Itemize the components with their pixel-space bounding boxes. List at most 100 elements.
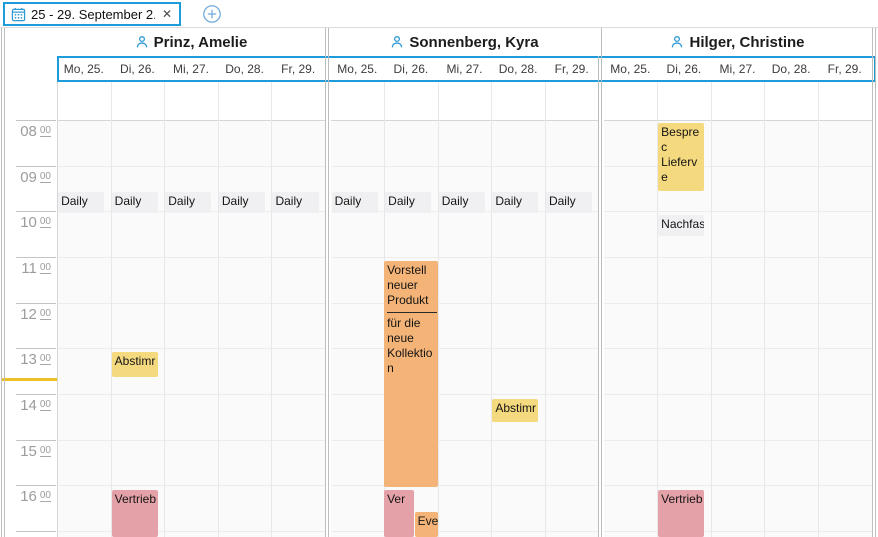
day-header[interactable]: Di, 26. xyxy=(111,58,165,80)
event[interactable]: Daily xyxy=(332,192,378,213)
day-header[interactable]: Fr, 29. xyxy=(818,58,872,80)
day-column[interactable] xyxy=(164,82,218,537)
tab-title: 25 - 29. September 2... xyxy=(31,7,155,22)
event[interactable]: Ver xyxy=(384,490,413,537)
minute-text: 00 xyxy=(40,171,51,183)
day-column[interactable] xyxy=(331,82,385,537)
minute-text: 00 xyxy=(40,399,51,411)
hour-gridline xyxy=(16,531,56,532)
hour-gridline xyxy=(16,257,56,258)
event[interactable]: Daily xyxy=(112,192,158,213)
event[interactable]: Nachfas xyxy=(658,215,704,236)
person-icon xyxy=(390,35,404,49)
person-name-header[interactable]: Prinz, Amelie xyxy=(57,28,325,56)
day-column[interactable] xyxy=(711,82,765,537)
event[interactable]: Vorstell neuer Produktfür die neue Kolle… xyxy=(384,261,438,487)
day-header[interactable]: Mo, 25. xyxy=(604,58,658,80)
day-header[interactable]: Do, 28. xyxy=(218,58,272,80)
minute-text: 00 xyxy=(40,490,51,502)
day-header[interactable]: Mo, 25. xyxy=(331,58,385,80)
hour-text: 09 xyxy=(20,169,37,186)
day-column[interactable] xyxy=(604,82,658,537)
hour-label: 0800 xyxy=(20,123,51,141)
minute-text: 00 xyxy=(40,216,51,228)
hour-text: 12 xyxy=(20,306,37,323)
event[interactable]: Abstimr xyxy=(112,352,158,377)
group-separator-line xyxy=(328,28,329,537)
hour-label: 1100 xyxy=(21,260,51,278)
hour-text: 14 xyxy=(20,397,37,414)
add-tab-button[interactable] xyxy=(202,4,222,24)
hour-gridline xyxy=(16,394,56,395)
day-header[interactable]: Fr, 29. xyxy=(545,58,599,80)
day-column[interactable] xyxy=(218,82,272,537)
day-header[interactable]: Di, 26. xyxy=(657,58,711,80)
current-time-indicator xyxy=(2,378,57,381)
day-header[interactable]: Do, 28. xyxy=(764,58,818,80)
calendar-icon xyxy=(11,7,26,22)
group-pane: Besprec Lieferve Nachfas Vertrieb xyxy=(604,82,872,537)
day-column[interactable] xyxy=(111,82,165,537)
event[interactable]: Daily xyxy=(219,192,265,213)
day-column[interactable] xyxy=(57,82,111,537)
event[interactable]: Vertrieb xyxy=(112,490,158,537)
minute-text: 00 xyxy=(40,125,51,137)
group-separator-line xyxy=(601,28,602,537)
hour-text: 10 xyxy=(20,214,37,231)
day-column[interactable] xyxy=(545,82,599,537)
person-icon xyxy=(670,35,684,49)
hour-gridline xyxy=(16,485,56,486)
calendar-tab[interactable]: 25 - 29. September 2... ✕ xyxy=(3,2,181,26)
day-header[interactable]: Mo, 25. xyxy=(57,58,111,80)
day-column[interactable] xyxy=(271,82,325,537)
hour-gridline xyxy=(16,348,56,349)
day-column[interactable] xyxy=(818,82,872,537)
minute-text: 00 xyxy=(40,262,51,274)
day-header[interactable]: Fr, 29. xyxy=(271,58,325,80)
person-name-header[interactable]: Sonnenberg, Kyra xyxy=(331,28,599,56)
day-header[interactable]: Di, 26. xyxy=(384,58,438,80)
hour-label: 1200 xyxy=(20,306,51,324)
event-body: für die neue Kollektion xyxy=(387,316,437,376)
hour-label: 1600 xyxy=(20,488,51,506)
hour-text: 11 xyxy=(21,260,37,277)
day-header[interactable]: Do, 28. xyxy=(491,58,545,80)
day-column[interactable] xyxy=(438,82,492,537)
event[interactable]: Besprec Lieferve xyxy=(658,123,704,191)
event[interactable]: Daily xyxy=(492,192,538,213)
group-separator-line xyxy=(875,28,876,537)
person-name: Hilger, Christine xyxy=(689,34,804,51)
hour-text: 16 xyxy=(20,488,37,505)
minute-text: 00 xyxy=(40,308,51,320)
close-icon[interactable]: ✕ xyxy=(160,7,174,21)
day-column[interactable] xyxy=(491,82,545,537)
event[interactable]: Eve xyxy=(415,512,438,537)
event[interactable]: Vertrieb xyxy=(658,490,704,537)
person-name: Prinz, Amelie xyxy=(154,34,248,51)
hour-label: 1500 xyxy=(20,443,51,461)
group-separator-line xyxy=(4,28,5,537)
group-separator-line xyxy=(1,28,2,537)
group-pane: Daily Daily Daily Daily Daily Abstimr Vertrieb xyxy=(57,82,325,537)
event[interactable]: Daily xyxy=(272,192,318,213)
day-header[interactable]: Mi, 27. xyxy=(711,58,765,80)
day-column[interactable] xyxy=(764,82,818,537)
event[interactable]: Daily xyxy=(546,192,592,213)
event[interactable]: Daily xyxy=(385,192,431,213)
hour-label: 1300 xyxy=(20,351,51,369)
hour-label: 0900 xyxy=(20,169,51,187)
event[interactable]: Daily xyxy=(58,192,104,213)
day-header[interactable]: Mi, 27. xyxy=(438,58,492,80)
day-header[interactable]: Mi, 27. xyxy=(164,58,218,80)
event[interactable]: Abstimr xyxy=(492,399,538,422)
hour-gridline xyxy=(16,120,56,121)
hour-text: 13 xyxy=(20,351,37,368)
event-title: Vorstell neuer Produkt xyxy=(387,263,437,313)
event[interactable]: Daily xyxy=(439,192,485,213)
gutter-divider xyxy=(57,28,58,537)
plus-circle-icon xyxy=(202,4,222,24)
minute-text: 00 xyxy=(40,353,51,365)
person-name-header[interactable]: Hilger, Christine xyxy=(604,28,872,56)
time-gutter: 080009001000110012001300140015001600 xyxy=(0,82,57,537)
event[interactable]: Daily xyxy=(165,192,211,213)
